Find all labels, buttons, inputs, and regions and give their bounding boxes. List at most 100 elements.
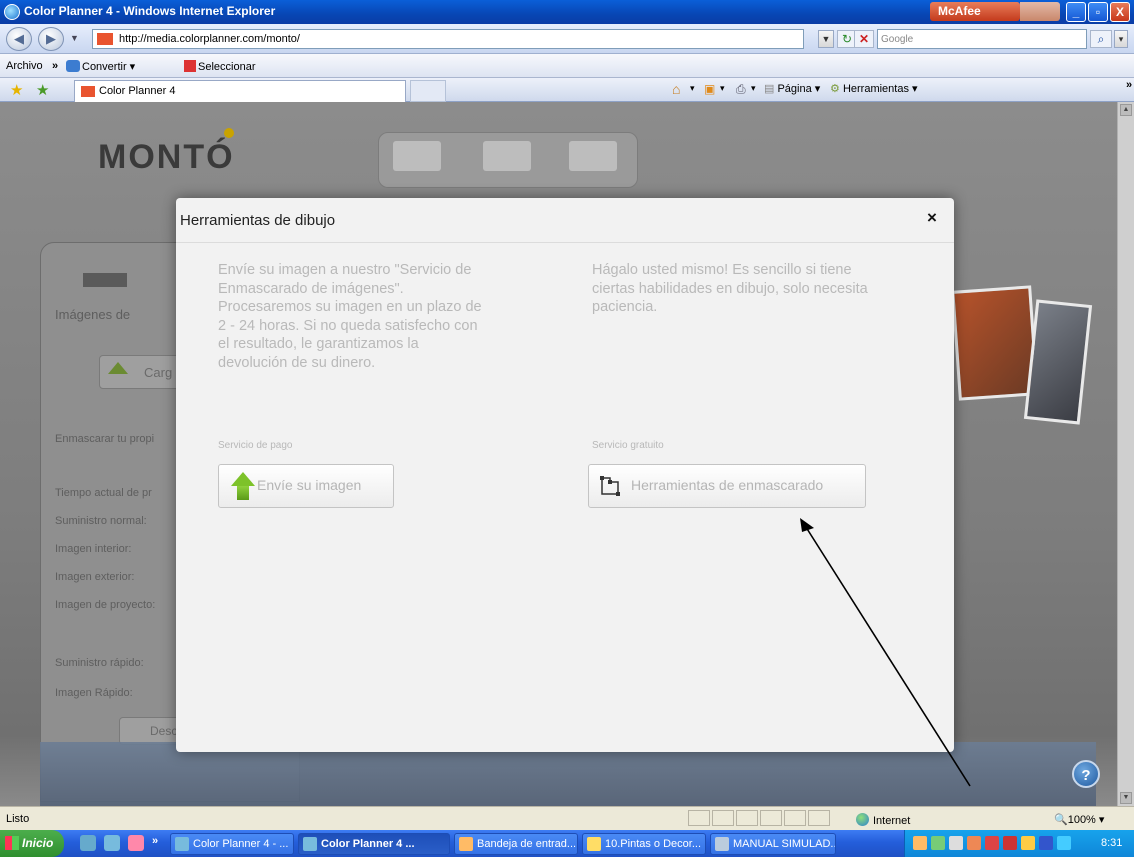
herramientas-menu[interactable]: ⚙ Herramientas ▾ [830, 82, 1010, 95]
taskbar-item-active[interactable]: Color Planner 4 ... [298, 833, 450, 855]
taskbar-item[interactable]: Bandeja de entrad... [454, 833, 578, 855]
paint-tool-icon[interactable] [483, 141, 531, 171]
menu-chevron[interactable]: » [52, 60, 58, 72]
zone-label: Internet [873, 815, 911, 827]
help-icon[interactable]: ? [1072, 760, 1100, 788]
quicklaunch-outlook-icon[interactable] [128, 835, 144, 851]
vertical-scrollbar[interactable]: ▲ ▼ [1117, 102, 1134, 806]
feeds-icon[interactable]: ▣ [704, 82, 715, 96]
system-tray: 8:31 [904, 830, 1134, 857]
print-dropdown-icon[interactable]: ▾ [751, 83, 756, 94]
paid-desc-line: el resultado, le garantizamos la [218, 336, 419, 352]
quicklaunch-ie-icon[interactable] [104, 835, 120, 851]
paid-desc-line: Enmascarado de imágenes". [218, 280, 404, 297]
tray-app-icon[interactable] [949, 836, 963, 850]
maximize-button[interactable]: ▫ [1088, 2, 1108, 22]
modal-close-icon[interactable]: × [924, 208, 940, 228]
send-image-label: Envíe su imagen [257, 477, 362, 493]
tray-network-icon[interactable] [931, 836, 945, 850]
mcafee-badge[interactable]: McAfee [930, 2, 1020, 21]
tray-display-icon[interactable] [1039, 836, 1053, 850]
print-tool-icon[interactable] [569, 141, 617, 171]
menu-archivo[interactable]: Archivo [6, 60, 43, 72]
tray-flag-icon[interactable] [1003, 836, 1017, 850]
seleccionar-menu[interactable]: Seleccionar [184, 60, 255, 73]
title-bar: Color Planner 4 - Windows Internet Explo… [0, 0, 1134, 24]
new-tab-button[interactable] [410, 80, 446, 102]
zoom-control[interactable]: 🔍100% ▾ [1054, 813, 1104, 826]
search-options-icon[interactable]: ▾ [1114, 30, 1128, 48]
minimize-button[interactable]: _ [1066, 2, 1086, 22]
site-favicon-icon [97, 33, 113, 45]
toolbar-overflow-chevron[interactable]: » [1126, 79, 1132, 91]
tray-security-icon[interactable] [967, 836, 981, 850]
suministro-normal-text: Suministro normal: [55, 515, 147, 527]
send-image-button[interactable]: Envíe su imagen [218, 464, 394, 508]
mask-crop-icon [600, 476, 620, 496]
menu-bar: Archivo » Convertir ▾ Seleccionar [0, 54, 1134, 78]
green-arrow-up-icon [231, 472, 255, 500]
add-favorites-icon[interactable]: ★ [36, 81, 49, 99]
tabs-bar: ★ ★ Color Planner 4 ⌂ ▾ ▣ ▾ ⎙ ▾ ▤ Página… [0, 78, 1134, 102]
tray-warning-icon[interactable] [1021, 836, 1035, 850]
search-input[interactable]: Google [877, 29, 1087, 49]
home-dropdown-icon[interactable]: ▾ [690, 83, 695, 94]
paid-service-description: Envíe su imagen a nuestro "Servicio de E… [218, 261, 558, 372]
favorites-star-icon[interactable]: ★ [10, 81, 23, 99]
taskbar-item-label: 10.Pintas o Decor... [605, 838, 701, 850]
masking-tools-label: Herramientas de enmascarado [631, 477, 824, 493]
ie-task-icon [303, 837, 317, 851]
room-photo-2 [1023, 299, 1093, 425]
print-icon[interactable]: ⎙ [736, 82, 746, 97]
ie-logo-icon [4, 4, 20, 20]
feeds-dropdown-icon[interactable]: ▾ [720, 83, 725, 94]
history-dropdown-icon[interactable]: ▼ [70, 33, 79, 43]
quicklaunch-desktop-icon[interactable] [80, 835, 96, 851]
outlook-task-icon [459, 837, 473, 851]
taskbar-item[interactable]: MANUAL SIMULAD... [710, 833, 836, 855]
scroll-up-icon[interactable]: ▲ [1120, 104, 1132, 116]
start-button[interactable]: Inicio [0, 830, 64, 857]
address-input[interactable]: http://media.colorplanner.com/monto/ [92, 29, 804, 49]
word-task-icon [715, 837, 729, 851]
paid-service-label: Servicio de pago [218, 440, 293, 451]
search-icon[interactable]: ⌕ [1090, 30, 1112, 48]
security-zone[interactable]: Internet [856, 813, 910, 827]
folder-task-icon [587, 837, 601, 851]
quicklaunch-chevron[interactable]: » [152, 835, 158, 847]
seleccionar-label: Seleccionar [198, 61, 256, 73]
taskbar-item[interactable]: 10.Pintas o Decor... [582, 833, 706, 855]
pagina-label: Página [777, 83, 812, 95]
tray-outlook-icon[interactable] [913, 836, 927, 850]
tray-mcafee-icon[interactable] [985, 836, 999, 850]
tray-update-icon[interactable] [1057, 836, 1071, 850]
window-title: Color Planner 4 - Windows Internet Explo… [24, 4, 276, 18]
address-dropdown-icon[interactable]: ▼ [818, 30, 834, 48]
close-window-button[interactable]: X [1110, 2, 1130, 22]
forward-button[interactable]: ▶ [38, 27, 64, 51]
convertir-menu[interactable]: Convertir ▾ [66, 60, 135, 73]
windows-flag-icon [5, 836, 19, 850]
enmascarar-text: Enmascarar tu propi [55, 433, 155, 445]
masking-tools-button[interactable]: Herramientas de enmascarado [588, 464, 866, 508]
tab-color-planner[interactable]: Color Planner 4 [74, 80, 406, 102]
back-button[interactable]: ◀ [6, 27, 32, 51]
start-label: Inicio [22, 836, 54, 850]
home-icon[interactable]: ⌂ [672, 81, 680, 97]
taskbar-item[interactable]: Color Planner 4 - ... [170, 833, 294, 855]
search-placeholder: Google [881, 34, 914, 45]
status-cells [688, 810, 832, 829]
stop-icon[interactable]: ✕ [854, 30, 874, 48]
ie-task-icon [175, 837, 189, 851]
mcafee-dropdown[interactable] [1020, 2, 1060, 21]
free-desc-line: paciencia. [592, 299, 658, 315]
free-service-description: Hágalo usted mismo! Es sencillo si tiene… [592, 261, 932, 317]
room-photo-1 [951, 285, 1039, 401]
logo-accent-dot [224, 128, 234, 138]
address-toolbar: ◀ ▶ ▼ http://media.colorplanner.com/mont… [0, 24, 1134, 54]
tab-favicon-icon [81, 86, 95, 97]
suministro-rapido-text: Suministro rápido: [55, 657, 144, 669]
scroll-down-icon[interactable]: ▼ [1120, 792, 1132, 804]
imagen-proyecto-text: Imagen de proyecto: [55, 599, 156, 611]
image-tool-icon[interactable] [393, 141, 441, 171]
